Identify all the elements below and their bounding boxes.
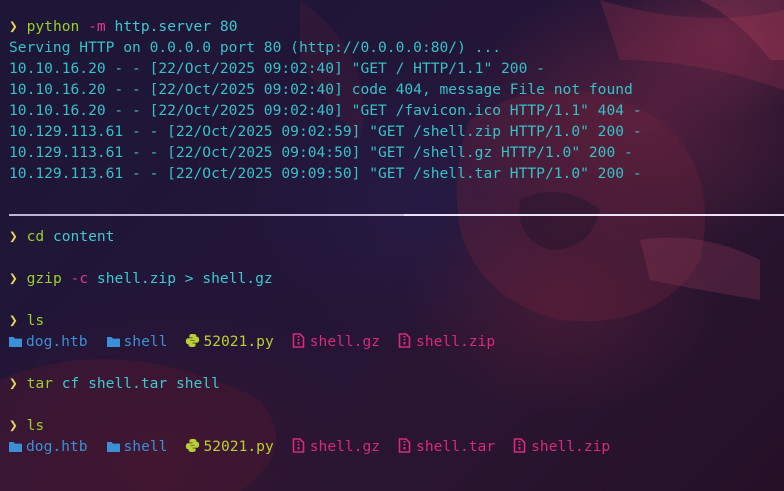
output-line: 10.129.113.61 - - [22/Oct/2025 09:09:50]… [9, 165, 642, 182]
command-name: gzip [26, 270, 62, 287]
command-line-python: ❯ python -m http.server 80 [9, 17, 238, 37]
output-line: 10.10.16.20 - - [22/Oct/2025 09:02:40] "… [9, 60, 545, 77]
output-line: 10.10.16.20 - - [22/Oct/2025 09:02:40] c… [9, 81, 633, 98]
file-name: dog.htb [26, 333, 88, 350]
file-entry[interactable]: 52021.py [185, 437, 274, 459]
command-args: shell.zip > shell.gz [96, 270, 273, 287]
file-name: shell.tar [416, 438, 496, 455]
prompt-symbol: ❯ [9, 375, 18, 392]
file-name: shell.gz [309, 438, 381, 455]
command-line-ls: ❯ ls [9, 311, 44, 331]
archive-icon [292, 333, 310, 354]
prompt-symbol: ❯ [9, 312, 18, 329]
file-entry[interactable]: dog.htb [8, 332, 88, 354]
output-line: 10.129.113.61 - - [22/Oct/2025 09:04:50]… [9, 144, 633, 161]
file-entry[interactable]: shell.zip [398, 332, 495, 354]
file-name: shell.zip [416, 333, 496, 350]
terminal[interactable]: ❯ python -m http.server 80 Serving HTTP … [0, 0, 784, 491]
pane-divider[interactable] [9, 214, 784, 216]
file-name: 52021.py [203, 438, 274, 455]
file-name: shell [123, 438, 168, 455]
folder-icon [106, 334, 124, 354]
command-flag: -c [70, 270, 89, 287]
command-line-tar: ❯ tar cf shell.tar shell [9, 374, 220, 394]
command-name: ls [26, 417, 45, 434]
command-name: cd [26, 228, 45, 245]
command-args: cf shell.tar shell [61, 375, 220, 392]
command-name: ls [26, 312, 45, 329]
file-entry[interactable]: dog.htb [8, 437, 88, 459]
file-entry[interactable]: shell.gz [292, 332, 380, 354]
file-name: shell.zip [531, 438, 611, 455]
file-name: dog.htb [26, 438, 88, 455]
file-entry[interactable]: shell.tar [398, 437, 495, 459]
python-icon [185, 438, 203, 459]
output-line: Serving HTTP on 0.0.0.0 port 80 (http://… [9, 39, 502, 56]
prompt-symbol: ❯ [9, 417, 18, 434]
ls-output: dog.htb shell 52021.py shell.gz shell.zip [8, 332, 513, 352]
archive-icon [398, 438, 416, 459]
prompt-symbol: ❯ [9, 228, 18, 245]
command-line-ls: ❯ ls [9, 416, 44, 436]
file-entry[interactable]: shell.gz [292, 437, 380, 459]
command-args: http.server 80 [114, 18, 238, 35]
python-icon [185, 333, 203, 354]
command-args: content [52, 228, 115, 245]
prompt-symbol: ❯ [9, 18, 18, 35]
archive-icon [292, 438, 310, 459]
output-line: 10.129.113.61 - - [22/Oct/2025 09:02:59]… [9, 123, 642, 140]
folder-icon [8, 439, 26, 459]
ls-output: dog.htb shell 52021.py shell.gz shell.tar she… [8, 437, 628, 457]
command-line-gzip: ❯ gzip -c shell.zip > shell.gz [9, 269, 273, 289]
file-entry[interactable]: shell [106, 437, 168, 459]
command-name: python [26, 18, 80, 35]
output-line: 10.10.16.20 - - [22/Oct/2025 09:02:40] "… [9, 102, 642, 119]
file-name: shell.gz [309, 333, 381, 350]
command-line-cd: ❯ cd content [9, 227, 114, 247]
file-entry[interactable]: shell [106, 332, 168, 354]
file-name: shell [123, 333, 168, 350]
folder-icon [8, 334, 26, 354]
file-name: 52021.py [203, 333, 274, 350]
command-flag: -m [88, 18, 106, 35]
archive-icon [513, 438, 531, 459]
prompt-symbol: ❯ [9, 270, 18, 287]
file-entry[interactable]: shell.zip [513, 437, 610, 459]
command-name: tar [26, 375, 53, 392]
folder-icon [106, 439, 124, 459]
file-entry[interactable]: 52021.py [185, 332, 274, 354]
archive-icon [398, 333, 416, 354]
